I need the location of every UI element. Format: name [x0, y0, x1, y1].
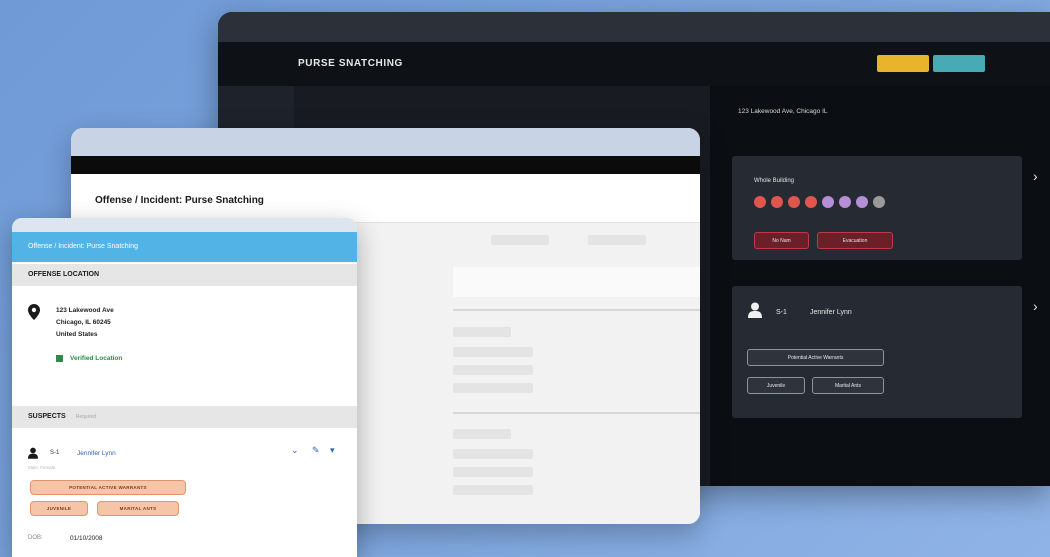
section-offense-location: OFFENSE LOCATION	[12, 264, 357, 286]
section-heading: SUSPECTS	[28, 413, 66, 420]
dob-value: 01/10/2008	[70, 535, 103, 542]
location-pill: No Nam	[754, 232, 809, 249]
placeholder-line	[453, 429, 511, 439]
status-dot	[788, 196, 800, 208]
placeholder-line	[453, 383, 533, 393]
status-dot	[805, 196, 817, 208]
section-heading: OFFENSE LOCATION	[28, 271, 100, 278]
suspect-pill: Juvenile	[747, 377, 805, 394]
location-card-label: Whole Building	[754, 178, 795, 184]
incident-address: 123 Lakewood Ave, Chicago IL	[738, 108, 828, 115]
status-dot	[856, 196, 868, 208]
location-card[interactable]: Whole Building No Nam Evacuation	[732, 156, 1022, 260]
person-icon	[748, 302, 762, 318]
placeholder-line	[453, 327, 511, 337]
status-dots	[754, 196, 885, 208]
suspect-id: S-1	[50, 450, 60, 456]
teal-action-button[interactable]	[933, 55, 985, 72]
placeholder-line	[453, 467, 533, 477]
incident-detail-panel: Offense / Incident: Purse Snatching OFFE…	[12, 218, 357, 557]
suspect-name: Jennifer Lynn	[810, 309, 852, 316]
suspect-subtext: Male, Female	[28, 465, 56, 470]
person-icon	[28, 447, 38, 459]
suspect-tag: POTENTIAL ACTIVE WARRANTS	[30, 480, 186, 495]
chevron-down-icon[interactable]: ⌄	[291, 446, 299, 455]
panel-titlebar	[12, 218, 357, 232]
verified-location-label: Verified Location	[70, 355, 123, 362]
suspect-pill: Potential Active Warrants	[747, 349, 884, 366]
status-dot	[839, 196, 851, 208]
status-dot	[873, 196, 885, 208]
address-line: 123 Lakewood Ave	[56, 307, 114, 314]
placeholder-line	[453, 485, 533, 495]
chevron-right-icon[interactable]: ›	[1033, 299, 1038, 313]
dark-window-titlebar	[218, 12, 1050, 42]
location-pill: Evacuation	[817, 232, 893, 249]
placeholder-line	[453, 449, 533, 459]
edit-icon[interactable]: ✎	[312, 446, 320, 455]
divider	[453, 412, 700, 414]
suspect-card[interactable]: S-1 Jennifer Lynn Potential Active Warra…	[732, 286, 1022, 418]
placeholder-line	[453, 347, 533, 357]
panel-header: Offense / Incident: Purse Snatching	[12, 232, 357, 262]
suspect-pill: Marital Ants	[812, 377, 884, 394]
incident-window-titlebar	[71, 128, 700, 156]
placeholder-tab	[491, 235, 549, 245]
status-dot	[754, 196, 766, 208]
section-suspects: SUSPECTS Required	[12, 406, 357, 428]
divider	[453, 309, 700, 311]
required-label: Required	[75, 414, 97, 420]
suspect-id: S-1	[776, 309, 787, 316]
placeholder-tab	[588, 235, 646, 245]
location-pin-icon	[28, 304, 40, 320]
incident-window-toolbar	[71, 156, 700, 174]
chevron-right-icon[interactable]: ›	[1033, 169, 1038, 183]
status-dot	[822, 196, 834, 208]
suspect-tag: MARITAL ANTS	[97, 501, 179, 516]
status-dot	[771, 196, 783, 208]
placeholder-field	[453, 267, 700, 297]
address-line: United States	[56, 331, 98, 338]
address-line: Chicago, IL 60245	[56, 319, 111, 326]
yellow-action-button[interactable]	[877, 55, 929, 72]
verified-check-icon	[56, 355, 63, 362]
placeholder-line	[453, 365, 533, 375]
incident-title: Offense / Incident: Purse Snatching	[95, 195, 264, 206]
dob-label: DOB:	[28, 535, 43, 541]
suspect-tag: JUVENILE	[30, 501, 88, 516]
dark-window-title: PURSE SNATCHING	[298, 58, 403, 69]
suspect-name-link[interactable]: Jennifer Lynn	[77, 450, 116, 457]
delete-icon[interactable]: ▾	[330, 446, 335, 455]
